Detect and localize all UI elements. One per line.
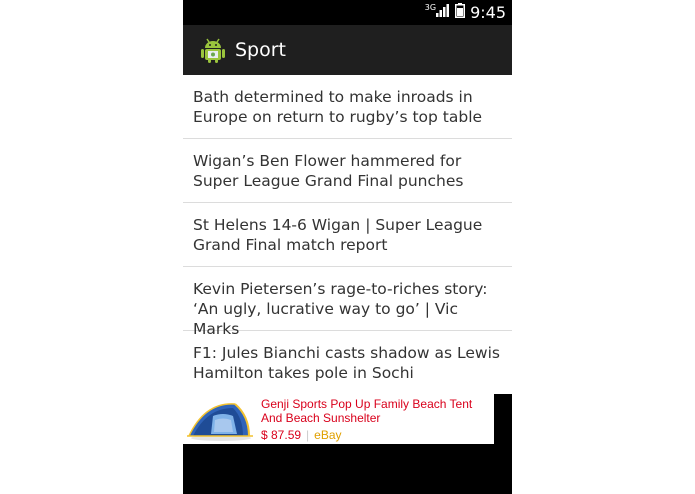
- bottom-empty-area: [183, 444, 512, 494]
- status-icons: 3G 9:45: [424, 2, 506, 23]
- list-item[interactable]: Bath determined to make inroads in Europ…: [183, 75, 512, 139]
- beach-tent-image: [183, 394, 257, 444]
- battery-icon: [455, 2, 466, 23]
- ad-text: Genji Sports Pop Up Family Beach Tent An…: [261, 394, 493, 444]
- ad-price: $ 87.59: [261, 428, 302, 442]
- android-app-icon[interactable]: [199, 36, 227, 64]
- page-title: Sport: [235, 39, 287, 61]
- action-bar: Sport: [183, 25, 512, 75]
- ad-edge: [494, 394, 512, 444]
- ad-source: eBay: [314, 428, 342, 442]
- list-item[interactable]: F1: Jules Bianchi casts shadow as Lewis …: [183, 331, 512, 395]
- clock-time: 9:45: [470, 3, 506, 22]
- phone-screen: 3G 9:45 Sport Bath determined to make in…: [183, 0, 512, 494]
- status-bar: 3G 9:45: [183, 0, 512, 25]
- network-type-label: 3G: [424, 3, 437, 12]
- list-item[interactable]: St Helens 14-6 Wigan | Super League Gran…: [183, 203, 512, 267]
- ad-meta: $ 87.59 | eBay: [261, 428, 493, 442]
- list-item[interactable]: Wigan’s Ben Flower hammered for Super Le…: [183, 139, 512, 203]
- list-item[interactable]: Kevin Pietersen’s rage-to-riches story: …: [183, 267, 512, 338]
- ad-banner[interactable]: Genji Sports Pop Up Family Beach Tent An…: [183, 394, 512, 444]
- ad-title[interactable]: Genji Sports Pop Up Family Beach Tent An…: [261, 397, 493, 425]
- signal-icon: [436, 3, 450, 22]
- article-list: Bath determined to make inroads in Europ…: [183, 75, 512, 394]
- ad-separator: |: [306, 428, 310, 442]
